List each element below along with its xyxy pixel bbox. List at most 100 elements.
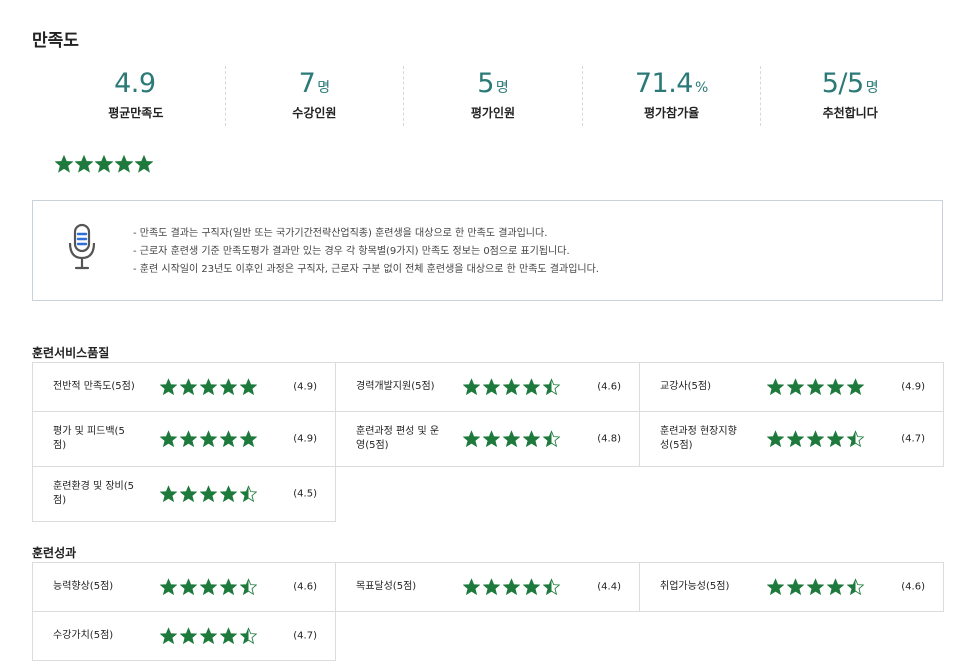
- star-full-icon: [523, 578, 540, 596]
- stat-unit: 명: [865, 80, 879, 96]
- rating-score: (4.9): [901, 381, 925, 393]
- star-full-icon: [847, 378, 864, 396]
- star-full-icon: [240, 378, 257, 396]
- rating-score: (4.7): [293, 630, 317, 642]
- star-full-icon: [220, 378, 237, 396]
- stat-average-satisfaction: 4.9 평균만족도: [47, 66, 226, 126]
- star-full-icon: [787, 430, 804, 448]
- star-half-icon: [847, 430, 864, 448]
- rating-item-name: 수강가치(5점): [53, 630, 114, 641]
- star-full-icon: [787, 378, 804, 396]
- star-half-icon: [543, 378, 560, 396]
- star-full-icon: [483, 578, 500, 596]
- star-full-icon: [807, 430, 824, 448]
- rating-stars: [160, 578, 257, 596]
- star-full-icon: [220, 430, 237, 448]
- stat-value: 71.4: [634, 68, 694, 99]
- star-full-icon: [160, 430, 177, 448]
- notice-text: - 만족도 결과는 구직자(일반 또는 국가기간전략산업직종) 훈련생을 대상으…: [133, 225, 599, 279]
- rating-item-name: 목표달성(5점): [356, 581, 417, 592]
- rating-item: 평가 및 피드백(5점) (4.9): [32, 411, 336, 467]
- rating-item-name: 능력향상(5점): [53, 581, 114, 592]
- star-full-icon: [787, 578, 804, 596]
- page-title: 만족도: [32, 31, 79, 51]
- rating-item-name: 평가 및 피드백(5점): [53, 426, 125, 451]
- star-full-icon: [463, 578, 480, 596]
- star-full-icon: [180, 485, 197, 503]
- stat-value: 7: [298, 68, 316, 99]
- rating-score: (4.9): [293, 381, 317, 393]
- notice-line: - 근로자 훈련생 기준 만족도평가 결과만 있는 경우 각 항목별(9가지) …: [133, 246, 570, 257]
- rating-score: (4.5): [293, 488, 317, 500]
- star-full-icon: [240, 430, 257, 448]
- star-full-icon: [503, 378, 520, 396]
- rating-stars: [463, 378, 560, 396]
- rating-score: (4.6): [597, 381, 621, 393]
- star-full-icon: [200, 627, 217, 645]
- rating-stars: [463, 430, 560, 448]
- microphone-icon: [67, 223, 97, 271]
- star-full-icon: [523, 430, 540, 448]
- stat-value: 5: [477, 68, 494, 99]
- star-full-icon: [200, 378, 217, 396]
- stat-value: 4.9: [114, 68, 156, 99]
- star-full-icon: [160, 627, 177, 645]
- rating-item-name: 전반적 만족도(5점): [53, 381, 135, 392]
- rating-stars: [767, 578, 864, 596]
- rating-score: (4.6): [293, 581, 317, 593]
- rating-grid-outcomes: 능력향상(5점) (4.6) 목표달성(5점) (4.4) 취업가능성(5점) (4.6)…: [32, 562, 944, 661]
- rating-item: 경력개발지원(5점) (4.6): [335, 362, 640, 412]
- star-full-icon: [503, 578, 520, 596]
- rating-item: 능력향상(5점) (4.6): [32, 562, 336, 612]
- star-full-icon: [135, 155, 153, 173]
- stat-unit: 명: [317, 80, 331, 96]
- stat-recommend: 5/5 명 추천합니다: [761, 66, 939, 126]
- rating-stars: [160, 485, 257, 503]
- stat-label: 추천합니다: [822, 106, 878, 120]
- rating-stars: [767, 378, 864, 396]
- stat-unit: 명: [495, 80, 509, 96]
- stat-participation-rate: 71.4% 평가참가율: [583, 66, 762, 126]
- star-full-icon: [767, 430, 784, 448]
- rating-item: 훈련환경 및 장비(5점) (4.5): [32, 466, 336, 522]
- stat-label: 수강인원: [292, 106, 337, 120]
- stat-value: 5/5: [821, 68, 864, 99]
- star-full-icon: [95, 155, 113, 173]
- rating-item: 취업가능성(5점) (4.6): [639, 562, 944, 612]
- stat-label: 평가참가율: [643, 106, 700, 120]
- star-full-icon: [220, 578, 237, 596]
- star-half-icon: [543, 430, 560, 448]
- rating-item: 목표달성(5점) (4.4): [335, 562, 640, 612]
- star-full-icon: [115, 155, 133, 173]
- star-full-icon: [160, 485, 177, 503]
- star-full-icon: [200, 485, 217, 503]
- star-full-icon: [483, 430, 500, 448]
- star-full-icon: [180, 578, 197, 596]
- rating-item: 전반적 만족도(5점) (4.9): [32, 362, 336, 412]
- stats-summary: 4.9 평균만족도 7명 수강인원 5명 평가인원 71.4% 평가참가율 5/…: [47, 66, 939, 126]
- stat-label: 평균만족도: [108, 106, 164, 120]
- notice-line: - 훈련 시작일이 23년도 이후인 과정은 구직자, 근로자 구분 없이 전체…: [133, 264, 599, 275]
- rating-item: 훈련과정 현장지향성(5점) (4.7): [639, 411, 944, 467]
- star-full-icon: [827, 378, 844, 396]
- star-full-icon: [463, 378, 480, 396]
- stat-label: 평가인원: [470, 106, 516, 120]
- star-full-icon: [75, 155, 93, 173]
- star-full-icon: [55, 155, 73, 173]
- rating-item-name: 훈련환경 및 장비(5점): [53, 481, 135, 506]
- star-half-icon: [543, 578, 560, 596]
- star-full-icon: [180, 430, 197, 448]
- rating-item: 훈련과정 편성 및 운영(5점) (4.8): [335, 411, 640, 467]
- star-full-icon: [463, 430, 480, 448]
- rating-score: (4.9): [293, 433, 317, 445]
- star-full-icon: [807, 378, 824, 396]
- rating-score: (4.7): [901, 433, 925, 445]
- rating-item: 수강가치(5점) (4.7): [32, 611, 336, 661]
- star-full-icon: [180, 627, 197, 645]
- star-full-icon: [503, 430, 520, 448]
- rating-item-name: 훈련과정 편성 및 운영(5점): [356, 426, 440, 451]
- stat-evaluators: 5명 평가인원: [404, 66, 583, 126]
- star-full-icon: [200, 578, 217, 596]
- rating-item-name: 취업가능성(5점): [660, 581, 730, 592]
- stat-enrolled: 7명 수강인원: [226, 66, 405, 126]
